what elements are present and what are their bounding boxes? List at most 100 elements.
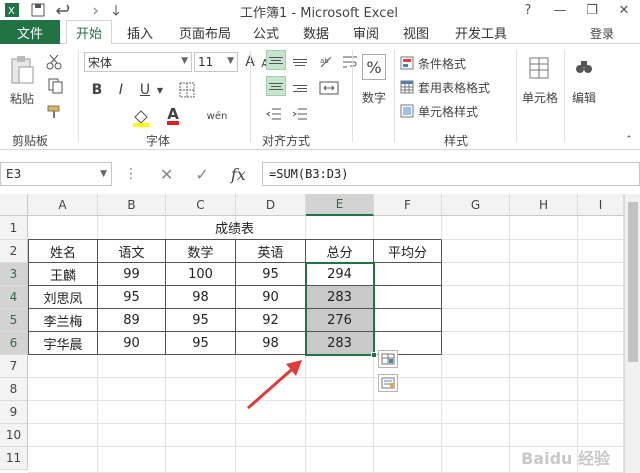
- cells-icon[interactable]: [526, 54, 552, 82]
- align-middle-icon[interactable]: [266, 50, 286, 70]
- collapse-ribbon-icon[interactable]: ⌃: [622, 134, 636, 146]
- empty-cell[interactable]: [578, 263, 624, 286]
- header-math[interactable]: 数学: [166, 240, 236, 263]
- scrollbar-thumb[interactable]: [628, 202, 638, 362]
- empty-cell[interactable]: [510, 240, 578, 263]
- close-button[interactable]: ✕: [608, 0, 640, 20]
- quick-analysis-icon[interactable]: [378, 374, 398, 392]
- format-painter-icon[interactable]: [44, 102, 64, 122]
- empty-cell[interactable]: [442, 401, 510, 424]
- row-header-9[interactable]: 9: [0, 401, 28, 424]
- empty-cell[interactable]: [442, 355, 510, 378]
- empty-cell[interactable]: [306, 355, 374, 378]
- increase-indent-icon[interactable]: [290, 104, 310, 124]
- enter-icon[interactable]: ✓: [195, 165, 208, 184]
- customize-toolbar-icon[interactable]: [108, 2, 124, 18]
- redo-icon[interactable]: [82, 2, 98, 18]
- decrease-indent-icon[interactable]: [264, 104, 284, 124]
- row-header-6[interactable]: 6: [0, 332, 28, 355]
- empty-cell[interactable]: [28, 378, 98, 401]
- header-total[interactable]: 总分: [306, 240, 374, 263]
- empty-cell[interactable]: [510, 401, 578, 424]
- empty-cell[interactable]: [578, 216, 624, 240]
- formula-input[interactable]: =SUM(B3:D3): [262, 162, 640, 186]
- align-right-icon[interactable]: [290, 78, 310, 98]
- percent-icon[interactable]: %: [362, 54, 386, 80]
- cancel-icon[interactable]: ✕: [160, 165, 173, 184]
- empty-cell[interactable]: [442, 263, 510, 286]
- bold-button[interactable]: B: [88, 80, 106, 100]
- font-name-combo[interactable]: 宋体 ▼: [84, 52, 192, 72]
- row-header-2[interactable]: 2: [0, 240, 28, 263]
- table-cell[interactable]: 李兰梅: [28, 309, 98, 332]
- empty-cell[interactable]: [98, 447, 166, 473]
- row-header-1[interactable]: 1: [0, 216, 28, 240]
- tab-home[interactable]: 开始: [66, 20, 112, 45]
- tab-review[interactable]: 审阅: [346, 20, 386, 44]
- tab-formulas[interactable]: 公式: [246, 20, 286, 44]
- fill-color-icon[interactable]: [128, 106, 154, 128]
- empty-cell[interactable]: [442, 216, 510, 240]
- empty-cell[interactable]: [578, 309, 624, 332]
- conditional-format-button[interactable]: 条件格式: [400, 54, 506, 72]
- cell-styles-button[interactable]: 单元格样式: [400, 102, 506, 120]
- font-size-combo[interactable]: 11 ▼: [194, 52, 238, 72]
- table-cell[interactable]: 王麟: [28, 263, 98, 286]
- table-cell[interactable]: 99: [98, 263, 166, 286]
- phonetic-guide-button[interactable]: wén: [204, 106, 230, 126]
- empty-cell[interactable]: [28, 447, 98, 473]
- column-header-d[interactable]: D: [236, 194, 306, 216]
- align-center-icon[interactable]: [266, 76, 286, 96]
- empty-cell[interactable]: [28, 355, 98, 378]
- empty-cell[interactable]: [166, 401, 236, 424]
- table-cell[interactable]: 89: [98, 309, 166, 332]
- tab-page-layout[interactable]: 页面布局: [170, 20, 240, 44]
- column-header-c[interactable]: C: [166, 194, 236, 216]
- empty-cell[interactable]: [578, 401, 624, 424]
- column-header-h[interactable]: H: [510, 194, 578, 216]
- align-bottom-icon[interactable]: [290, 52, 310, 72]
- row-header-3[interactable]: 3: [0, 263, 28, 286]
- empty-cell[interactable]: [578, 378, 624, 401]
- wrap-text-icon[interactable]: [340, 52, 360, 72]
- header-english[interactable]: 英语: [236, 240, 306, 263]
- column-header-g[interactable]: G: [442, 194, 510, 216]
- restore-button[interactable]: ❐: [576, 0, 608, 20]
- empty-cell[interactable]: [578, 424, 624, 447]
- table-cell[interactable]: 98: [166, 286, 236, 309]
- table-cell[interactable]: [374, 286, 442, 309]
- tab-developer[interactable]: 开发工具: [448, 20, 514, 44]
- empty-cell[interactable]: [442, 447, 510, 473]
- empty-cell[interactable]: [510, 424, 578, 447]
- column-header-b[interactable]: B: [98, 194, 166, 216]
- paste-icon[interactable]: [8, 52, 36, 88]
- empty-cell[interactable]: [374, 447, 442, 473]
- table-cell[interactable]: 90: [98, 332, 166, 355]
- empty-cell[interactable]: [98, 401, 166, 424]
- table-cell[interactable]: 宇华晨: [28, 332, 98, 355]
- empty-cell[interactable]: [236, 447, 306, 473]
- empty-cell[interactable]: [442, 309, 510, 332]
- underline-button[interactable]: U: [136, 80, 154, 100]
- empty-cell[interactable]: [166, 355, 236, 378]
- table-cell[interactable]: 276: [306, 309, 374, 332]
- empty-cell[interactable]: [98, 355, 166, 378]
- empty-cell[interactable]: [442, 286, 510, 309]
- column-header-i[interactable]: I: [578, 194, 624, 216]
- column-header-e[interactable]: E: [306, 194, 374, 216]
- table-cell[interactable]: 98: [236, 332, 306, 355]
- empty-cell[interactable]: [578, 286, 624, 309]
- table-cell-active[interactable]: 294: [306, 263, 374, 286]
- empty-cell[interactable]: [510, 355, 578, 378]
- table-cell[interactable]: [374, 309, 442, 332]
- minimize-button[interactable]: —: [544, 0, 576, 20]
- row-header-11[interactable]: 11: [0, 447, 28, 470]
- row-header-10[interactable]: 10: [0, 424, 28, 447]
- fill-handle[interactable]: [371, 352, 377, 358]
- table-cell[interactable]: 283: [306, 286, 374, 309]
- table-cell[interactable]: 95: [166, 309, 236, 332]
- table-cell[interactable]: 283: [306, 332, 374, 355]
- empty-cell[interactable]: [306, 378, 374, 401]
- tab-data[interactable]: 数据: [296, 20, 336, 44]
- number-format-button[interactable]: 数字: [356, 88, 392, 106]
